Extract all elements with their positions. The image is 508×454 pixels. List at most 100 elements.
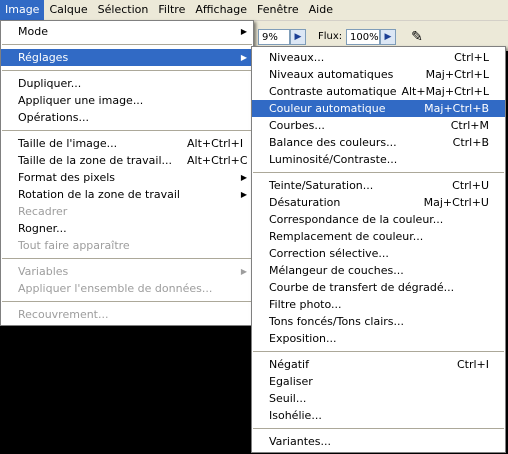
menu-item-label: Mélangeur de couches... [269, 264, 404, 277]
menu-item-label: Mode [18, 25, 48, 38]
menu-affichage[interactable]: Affichage [190, 0, 252, 20]
menu-item-courbes[interactable]: Courbes... Ctrl+M [252, 117, 505, 134]
menu-item-shortcut: Maj+Ctrl+U [423, 196, 489, 209]
menu-item-taille-zone[interactable]: Taille de la zone de travail... Alt+Ctrl… [1, 152, 253, 169]
menu-item-shortcut: Ctrl+L [454, 51, 489, 64]
menu-item-operations[interactable]: Opérations... [1, 109, 253, 126]
submenu-arrow-icon: ▶ [240, 173, 247, 182]
menu-item-label: Courbes... [269, 119, 325, 132]
menu-filtre[interactable]: Filtre [153, 0, 190, 20]
menu-item-label: Courbe de transfert de dégradé... [269, 281, 455, 294]
menu-aide[interactable]: Aide [304, 0, 338, 20]
menu-item-format-pixels[interactable]: Format des pixels ▶ [1, 169, 253, 186]
flux-arrow-icon[interactable]: ▶ [380, 29, 396, 45]
menu-calque[interactable]: Calque [44, 0, 92, 20]
reglages-submenu: Niveaux... Ctrl+L Niveaux automatiques M… [251, 46, 506, 453]
menu-item-melangeur[interactable]: Mélangeur de couches... [252, 262, 505, 279]
menu-item-correspondance[interactable]: Correspondance de la couleur... [252, 211, 505, 228]
menu-item-contraste-auto[interactable]: Contraste automatique Alt+Maj+Ctrl+L [252, 83, 505, 100]
menu-item-variantes[interactable]: Variantes... [252, 433, 505, 450]
menu-item-taille-image[interactable]: Taille de l'image... Alt+Ctrl+I [1, 135, 253, 152]
menu-item-shortcut: Maj+Ctrl+L [425, 68, 489, 81]
menu-item-label: Réglages [18, 51, 69, 64]
menu-item-label: Correction sélective... [269, 247, 389, 260]
menu-item-label: Rogner... [18, 222, 67, 235]
menu-item-mode[interactable]: Mode ▶ [1, 23, 253, 40]
menu-item-egaliser[interactable]: Egaliser [252, 373, 505, 390]
menubar: Image Calque Sélection Filtre Affichage … [0, 0, 508, 21]
separator [2, 44, 252, 45]
menu-item-exposition[interactable]: Exposition... [252, 330, 505, 347]
menu-item-label: Niveaux... [269, 51, 325, 64]
menu-item-tout-faire: Tout faire apparaître [1, 237, 253, 254]
menu-item-couleur-auto[interactable]: Couleur automatique Maj+Ctrl+B [252, 100, 505, 117]
menu-item-rotation[interactable]: Rotation de la zone de travail ▶ [1, 186, 253, 203]
menu-item-teinte[interactable]: Teinte/Saturation... Ctrl+U [252, 177, 505, 194]
menu-item-desaturation[interactable]: Désaturation Maj+Ctrl+U [252, 194, 505, 211]
menu-item-isohelie[interactable]: Isohélie... [252, 407, 505, 424]
flux-field[interactable]: 100% [346, 29, 380, 45]
airbrush-icon[interactable]: ✎ [408, 28, 426, 46]
menu-item-recouvrement: Recouvrement... [1, 306, 253, 323]
menu-item-label: Format des pixels [18, 171, 116, 184]
menu-item-label: Teinte/Saturation... [269, 179, 374, 192]
menu-item-rogner[interactable]: Rogner... [1, 220, 253, 237]
menu-item-label: Exposition... [269, 332, 337, 345]
menu-item-balance[interactable]: Balance des couleurs... Ctrl+B [252, 134, 505, 151]
separator [2, 258, 252, 259]
menu-item-label: Balance des couleurs... [269, 136, 397, 149]
menu-item-label: Seuil... [269, 392, 307, 405]
menu-image[interactable]: Image [0, 0, 45, 20]
menu-item-shortcut: Ctrl+B [452, 136, 489, 149]
menu-item-reglages[interactable]: Réglages ▶ [1, 49, 253, 66]
menu-item-shortcut: Ctrl+M [450, 119, 489, 132]
menu-item-label: Filtre photo... [269, 298, 342, 311]
menu-item-label: Négatif [269, 358, 309, 371]
menu-item-remplacement[interactable]: Remplacement de couleur... [252, 228, 505, 245]
menu-item-negatif[interactable]: Négatif Ctrl+I [252, 356, 505, 373]
menu-item-label: Niveaux automatiques [269, 68, 394, 81]
menu-item-variables: Variables ▶ [1, 263, 253, 280]
menu-item-appliquer-image[interactable]: Appliquer une image... [1, 92, 253, 109]
menu-item-recadrer: Recadrer [1, 203, 253, 220]
submenu-arrow-icon: ▶ [240, 27, 247, 36]
menu-item-dupliquer[interactable]: Dupliquer... [1, 75, 253, 92]
menu-item-label: Tons foncés/Tons clairs... [269, 315, 405, 328]
menu-item-label: Variables [18, 265, 69, 278]
menu-item-label: Correspondance de la couleur... [269, 213, 444, 226]
menu-item-luminosite[interactable]: Luminosité/Contraste... [252, 151, 505, 168]
menu-item-niveaux-auto[interactable]: Niveaux automatiques Maj+Ctrl+L [252, 66, 505, 83]
menu-selection[interactable]: Sélection [93, 0, 154, 20]
menu-item-shortcut: Alt+Ctrl+C [187, 154, 248, 167]
menu-item-label: Opérations... [18, 111, 89, 124]
flux-label: Flux: [318, 31, 343, 42]
menu-fenetre[interactable]: Fenêtre [252, 0, 304, 20]
menu-item-shortcut: Alt+Ctrl+I [187, 137, 244, 150]
separator [253, 351, 504, 352]
image-menu: Mode ▶ Réglages ▶ Dupliquer... Appliquer… [0, 20, 254, 326]
menu-item-label: Recadrer [18, 205, 68, 218]
menu-item-appliquer-ensemble: Appliquer l'ensemble de données... [1, 280, 253, 297]
menu-item-label: Dupliquer... [18, 77, 82, 90]
menu-item-label: Variantes... [269, 435, 332, 448]
opacity-arrow-icon[interactable]: ▶ [290, 29, 306, 45]
menu-item-label: Tout faire apparaître [18, 239, 130, 252]
menu-item-label: Contraste automatique [269, 85, 397, 98]
menu-item-tons[interactable]: Tons foncés/Tons clairs... [252, 313, 505, 330]
menu-item-label: Luminosité/Contraste... [269, 153, 398, 166]
menu-item-niveaux[interactable]: Niveaux... Ctrl+L [252, 49, 505, 66]
separator [253, 428, 504, 429]
menu-item-label: Isohélie... [269, 409, 322, 422]
menu-item-seuil[interactable]: Seuil... [252, 390, 505, 407]
menu-item-label: Couleur automatique [269, 102, 386, 115]
menu-item-correction[interactable]: Correction sélective... [252, 245, 505, 262]
menu-item-label: Recouvrement... [18, 308, 109, 321]
menu-item-label: Appliquer l'ensemble de données... [18, 282, 213, 295]
submenu-arrow-icon: ▶ [240, 267, 247, 276]
menu-item-courbe-degrade[interactable]: Courbe de transfert de dégradé... [252, 279, 505, 296]
menu-item-label: Appliquer une image... [18, 94, 144, 107]
separator [2, 130, 252, 131]
opacity-field[interactable]: 9% [258, 29, 290, 45]
menu-item-shortcut: Ctrl+I [456, 358, 489, 371]
menu-item-filtre-photo[interactable]: Filtre photo... [252, 296, 505, 313]
